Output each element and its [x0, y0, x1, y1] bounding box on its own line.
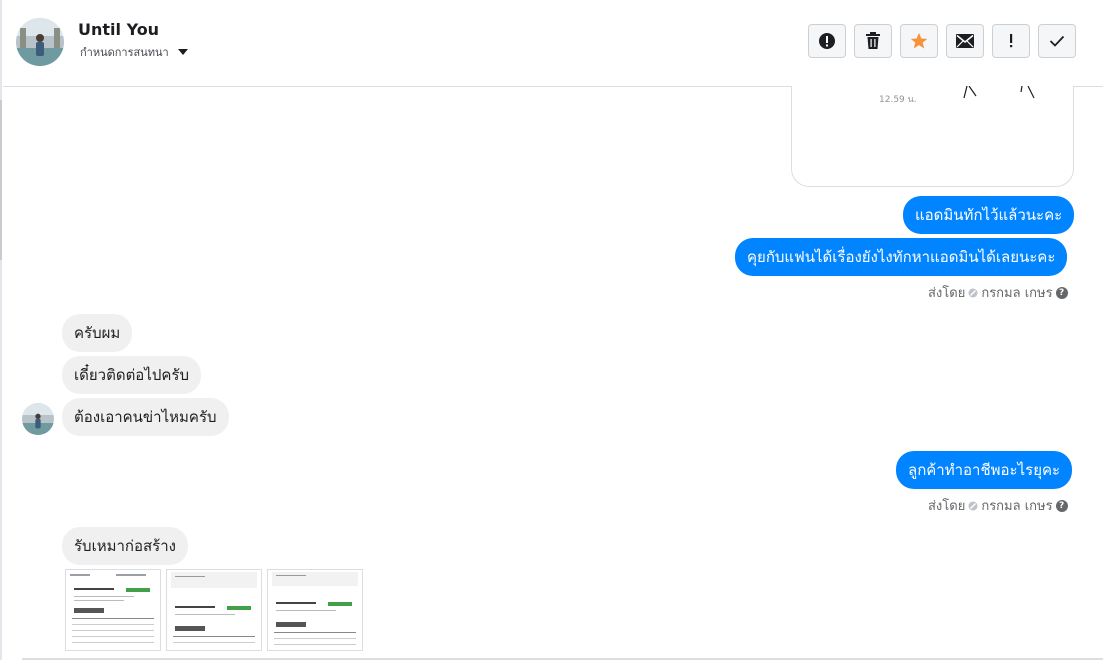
- sender-name[interactable]: กรกมล เกษร: [981, 495, 1052, 516]
- conversation-settings-label: กำหนดการสนทนา: [80, 46, 169, 59]
- sent-by-info: ส่งโดย กรกมล เกษร ?: [928, 495, 1068, 516]
- sent-by-label: ส่งโดย: [928, 499, 966, 514]
- contact-avatar[interactable]: [16, 18, 64, 66]
- flag-button[interactable]: [992, 24, 1030, 58]
- star-icon: [910, 32, 928, 49]
- envelope-icon: [956, 34, 974, 48]
- scrollbar-thumb[interactable]: [0, 100, 2, 260]
- outgoing-message[interactable]: ลูกค้าทำอาชีพอะไรยุคะ: [896, 451, 1073, 489]
- left-panel-edge: [0, 0, 2, 660]
- incoming-message[interactable]: ต้องเอาคนข่าไหมครับ: [62, 398, 229, 436]
- mark-unread-button[interactable]: [946, 24, 984, 58]
- sender-name[interactable]: กรกมล เกษร: [981, 282, 1052, 303]
- trash-icon: [866, 32, 880, 49]
- help-icon[interactable]: ?: [1055, 499, 1068, 512]
- document-image-attachment[interactable]: [267, 569, 363, 651]
- contact-avatar-small[interactable]: [22, 403, 54, 435]
- help-icon[interactable]: ?: [1055, 286, 1068, 299]
- star-button[interactable]: [900, 24, 938, 58]
- spam-button[interactable]: [808, 24, 846, 58]
- exclamation-circle-icon: [819, 33, 835, 49]
- incoming-message[interactable]: ครับผม: [62, 314, 133, 352]
- card-preview-image: [963, 86, 1035, 99]
- delete-button[interactable]: [854, 24, 892, 58]
- shared-media-card[interactable]: 12.59 น.: [791, 86, 1074, 187]
- outgoing-message[interactable]: คุยกับแฟนได้เรื่องยังไงทักหาแอดมินได้เลย…: [735, 238, 1068, 276]
- document-image-attachment[interactable]: [166, 569, 262, 651]
- user-badge-icon: [968, 288, 978, 297]
- outgoing-message[interactable]: แอดมินทักไว้แล้วนะคะ: [903, 196, 1075, 234]
- document-image-attachment[interactable]: [65, 569, 161, 651]
- exclamation-icon: [1010, 34, 1013, 48]
- done-button[interactable]: [1038, 24, 1076, 58]
- contact-name[interactable]: Until You: [78, 20, 159, 39]
- conversation-settings-dropdown[interactable]: กำหนดการสนทนา: [80, 43, 188, 61]
- check-icon: [1049, 35, 1065, 47]
- user-badge-icon: [968, 501, 978, 510]
- incoming-message[interactable]: รับเหมาก่อสร้าง: [62, 527, 188, 565]
- sent-by-info: ส่งโดย กรกมล เกษร ?: [928, 282, 1068, 303]
- caret-down-icon: [177, 49, 188, 55]
- conversation-toolbar: [808, 24, 1076, 58]
- sent-by-label: ส่งโดย: [928, 286, 966, 301]
- incoming-message[interactable]: เดี๋ยวติดต่อไปครับ: [62, 356, 201, 394]
- card-timestamp: 12.59 น.: [879, 95, 917, 105]
